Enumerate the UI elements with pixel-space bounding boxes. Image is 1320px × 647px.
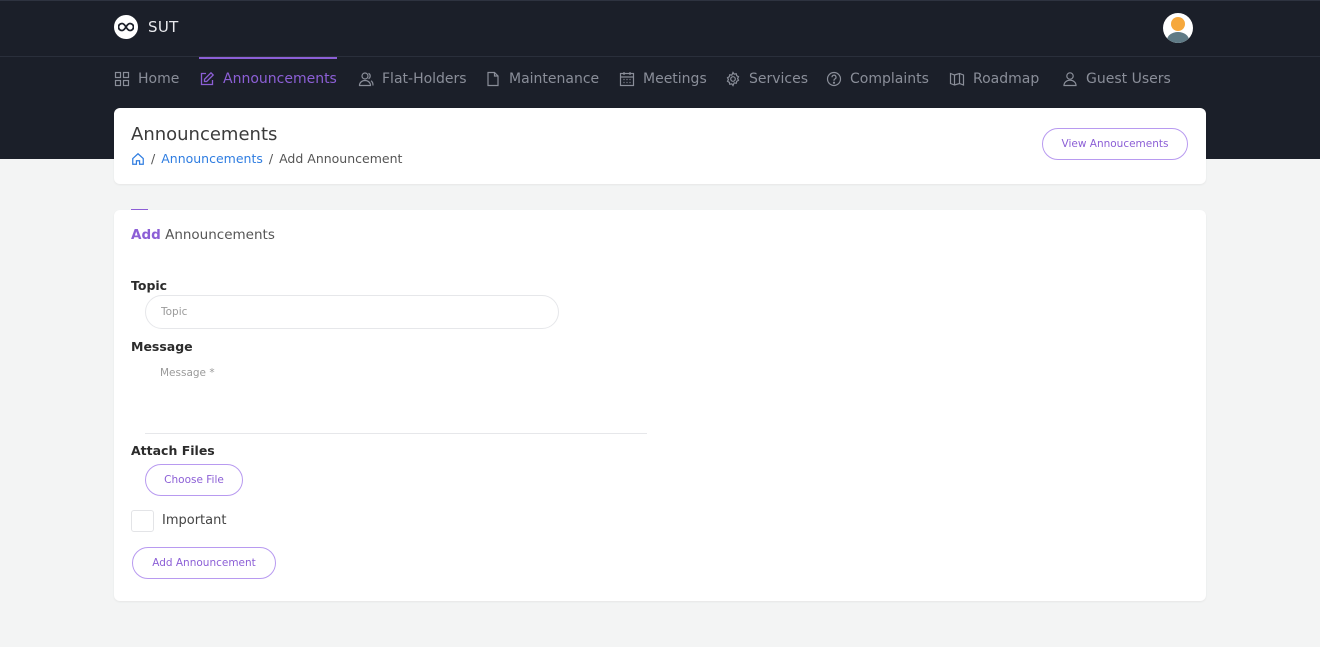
card-title-text: Announcements [165, 227, 275, 243]
gear-icon [726, 71, 740, 87]
users-icon [358, 72, 374, 87]
help-circle-icon [826, 71, 842, 87]
page-header-card: Announcements / Announcements / Add Anno… [114, 108, 1206, 184]
attach-files-label: Attach Files [131, 443, 215, 458]
nav-item-label: Services [749, 71, 809, 87]
nav-item-label: Maintenance [509, 71, 600, 87]
breadcrumb-current: Add Announcement [279, 151, 403, 166]
edit-icon [200, 71, 215, 86]
important-label: Important [162, 513, 227, 528]
card-title: Add Announcements [131, 227, 275, 243]
nav-item-announcements[interactable]: Announcements [199, 57, 337, 101]
file-icon [487, 71, 499, 87]
top-bar: SUT [0, 0, 1320, 57]
topic-input[interactable] [145, 295, 559, 329]
view-announcements-button[interactable]: View Annoucements [1042, 128, 1188, 160]
calendar-icon [619, 72, 635, 87]
breadcrumb-link-announcements[interactable]: Announcements [161, 151, 263, 166]
nav-item-label: Announcements [223, 71, 337, 87]
avatar-head [1171, 17, 1185, 31]
nav-item-label: Complaints [850, 71, 929, 87]
nav-item-services[interactable]: Services [725, 57, 808, 101]
grid-icon [114, 71, 130, 87]
nav-item-label: Home [138, 71, 180, 87]
main-nav: Home Announcements Flat-Holders Maintena… [0, 57, 1320, 101]
nav-item-flat-holders[interactable]: Flat-Holders [358, 57, 467, 101]
brand[interactable]: SUT [114, 15, 179, 39]
nav-item-maintenance[interactable]: Maintenance [485, 57, 599, 101]
nav-item-label: Meetings [643, 71, 707, 87]
breadcrumb: / Announcements / Add Announcement [131, 151, 402, 166]
user-icon [1063, 72, 1077, 87]
nav-item-label: Roadmap [973, 71, 1040, 87]
message-label: Message [131, 339, 193, 354]
nav-item-guest-users[interactable]: Guest Users [1062, 57, 1171, 101]
nav-item-meetings[interactable]: Meetings [619, 57, 707, 101]
user-avatar-icon[interactable] [1163, 13, 1193, 43]
nav-item-label: Flat-Holders [382, 71, 467, 87]
nav-item-home[interactable]: Home [114, 57, 179, 101]
nav-item-label: Guest Users [1086, 71, 1171, 87]
avatar-body [1167, 32, 1189, 43]
add-announcement-button[interactable]: Add Announcement [132, 547, 276, 579]
nav-item-roadmap[interactable]: Roadmap [949, 57, 1039, 101]
infinity-icon [114, 15, 138, 39]
map-icon [949, 72, 965, 86]
important-checkbox[interactable] [131, 510, 154, 532]
breadcrumb-separator: / [151, 151, 156, 166]
card-title-accent: Add [131, 227, 161, 243]
topic-label: Topic [131, 278, 168, 293]
choose-file-button[interactable]: Choose File [145, 464, 243, 496]
add-announcement-card: Add Announcements Topic Message Attach F… [114, 210, 1206, 601]
nav-item-complaints[interactable]: Complaints [826, 57, 929, 101]
breadcrumb-separator: / [268, 151, 274, 166]
page-title: Announcements [131, 124, 278, 145]
home-icon[interactable] [131, 152, 145, 166]
brand-name: SUT [148, 18, 179, 36]
message-input[interactable] [145, 362, 647, 434]
